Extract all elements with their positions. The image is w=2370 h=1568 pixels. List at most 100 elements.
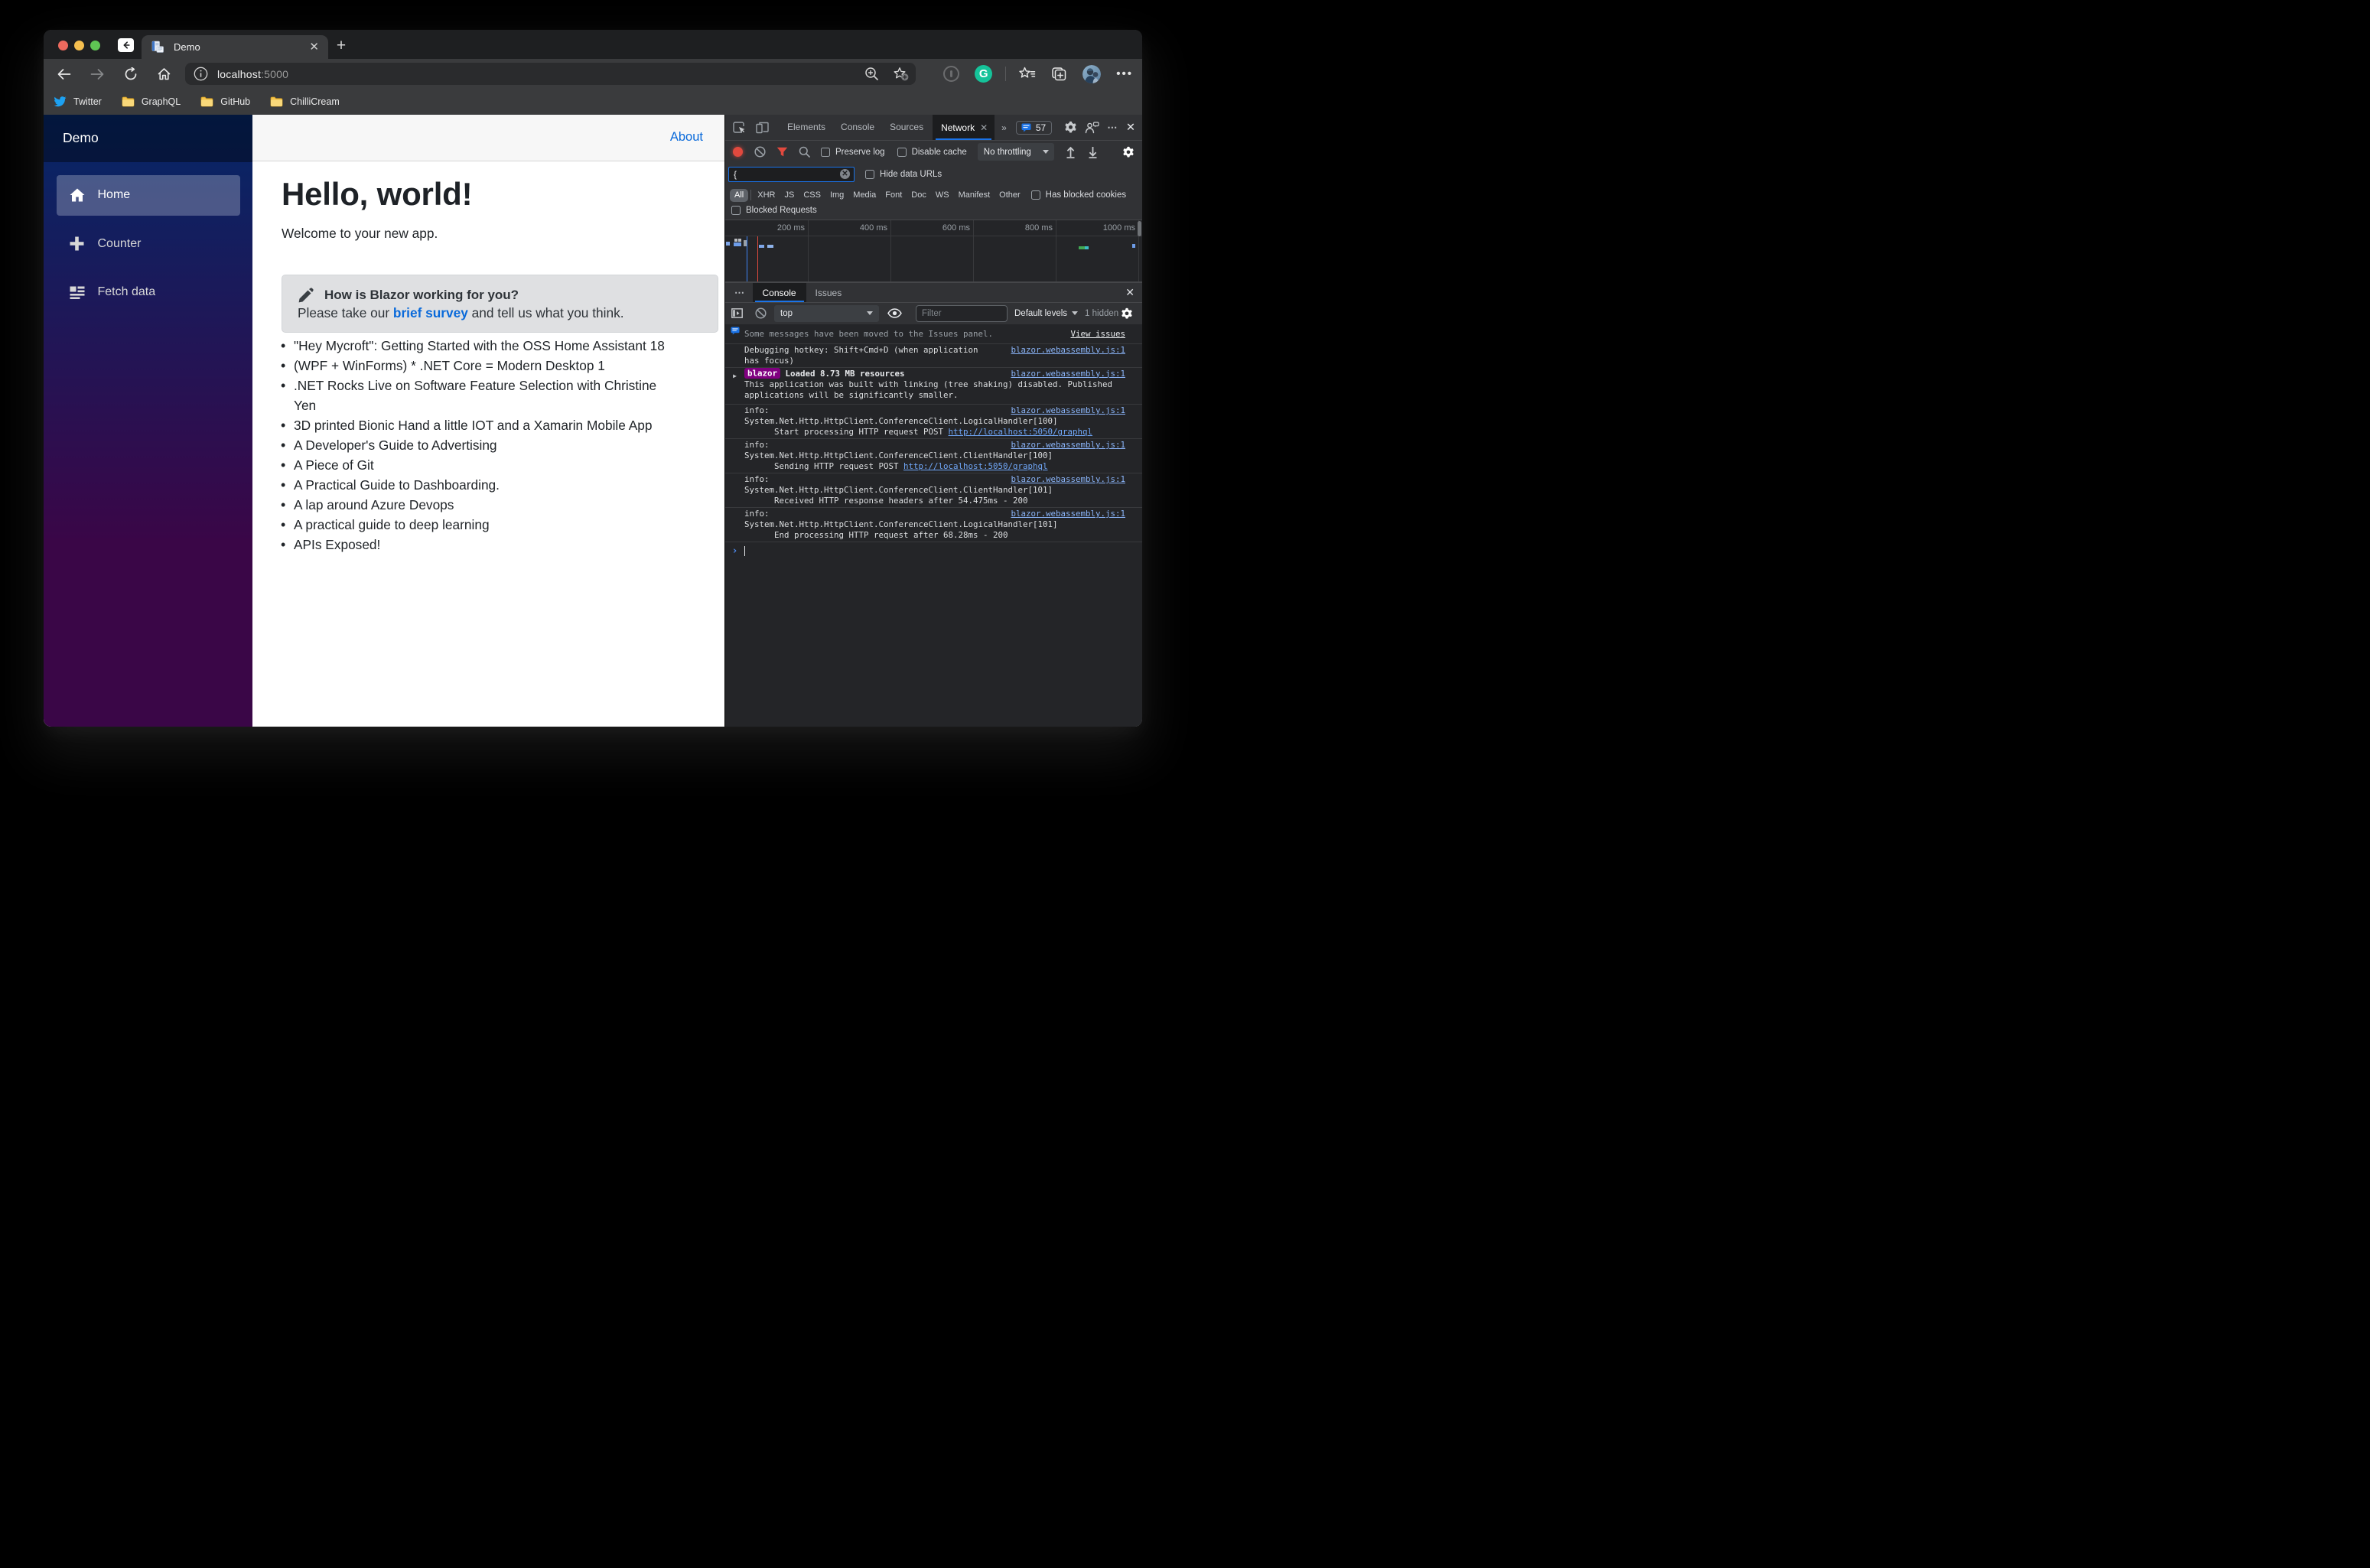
blocked-requests-checkbox[interactable]: Blocked Requests (731, 206, 817, 215)
export-har-button[interactable] (1082, 146, 1104, 158)
expand-triangle-icon[interactable]: ▶ (725, 370, 744, 382)
minimize-window-button[interactable] (74, 41, 84, 50)
address-bar[interactable]: localhost:5000 (185, 63, 916, 85)
close-window-button[interactable] (58, 41, 68, 50)
grammarly-extension-icon[interactable]: G (975, 65, 992, 83)
bookmark-graphql[interactable]: GraphQL (122, 96, 181, 107)
eye-icon (887, 308, 902, 318)
zoom-window-button[interactable] (90, 41, 100, 50)
site-info-icon[interactable] (194, 67, 208, 81)
source-link[interactable]: blazor.webassembly.js:1 (1011, 509, 1125, 519)
network-overview[interactable]: 200 ms 400 ms 600 ms 800 ms 1000 ms (725, 220, 1142, 283)
sidebar-nav: Home Counter (44, 162, 252, 313)
new-tab-button[interactable]: + (332, 37, 350, 55)
drawer-tab-console[interactable]: Console (753, 283, 806, 303)
network-filter-input[interactable]: { ✕ (728, 167, 855, 182)
drawer-tab-issues[interactable]: Issues (806, 288, 851, 298)
profile-avatar[interactable] (1082, 65, 1101, 83)
browser-menu-button[interactable]: ••• (1116, 67, 1133, 80)
devtools-feedback-icon[interactable] (1085, 122, 1099, 134)
filter-chip-manifest[interactable]: Manifest (955, 189, 995, 202)
browser-tab[interactable]: Demo ✕ (142, 35, 328, 59)
drawer-menu-icon[interactable]: ⋯ (734, 287, 746, 299)
back-icon (57, 68, 71, 80)
devtools-tab-sources[interactable]: Sources (882, 115, 931, 140)
throttling-select[interactable]: No throttling (978, 143, 1054, 161)
hide-data-urls-checkbox[interactable]: Hide data URLs (865, 170, 942, 179)
filter-network-button[interactable] (771, 147, 793, 157)
filter-chip-xhr[interactable]: XHR (754, 189, 779, 202)
filter-chip-css[interactable]: CSS (799, 189, 825, 202)
bookmark-twitter[interactable]: Twitter (54, 96, 102, 107)
password-extension-icon[interactable] (943, 66, 959, 82)
preserve-log-checkbox[interactable]: Preserve log (821, 148, 885, 157)
vertical-tabs-button[interactable] (118, 38, 134, 52)
bookmark-github[interactable]: GitHub (200, 96, 250, 107)
source-link[interactable]: blazor.webassembly.js:1 (1011, 474, 1125, 485)
device-toolbar-icon (756, 122, 769, 134)
console-levels-select[interactable]: Default levels (1014, 309, 1078, 318)
view-issues-link[interactable]: View issues (1070, 329, 1125, 340)
close-network-tab-icon[interactable]: ✕ (980, 122, 988, 133)
drawer-close-icon[interactable]: ✕ (1125, 286, 1135, 299)
zoom-icon[interactable] (864, 67, 880, 81)
clear-console-button[interactable] (749, 307, 772, 319)
about-link[interactable]: About (670, 130, 703, 145)
sidebar-item-counter[interactable]: Counter (57, 224, 240, 265)
filter-chip-all[interactable]: All (730, 189, 748, 202)
console-filter-input[interactable]: Filter (916, 305, 1008, 322)
devtools-menu-icon[interactable]: ⋯ (1107, 122, 1118, 134)
filter-chip-js[interactable]: JS (780, 189, 798, 202)
devtools-tab-console[interactable]: Console (833, 115, 882, 140)
brief-survey-link[interactable]: brief survey (393, 305, 468, 320)
source-link[interactable]: blazor.webassembly.js:1 (1011, 369, 1125, 379)
console-prompt[interactable]: › (725, 542, 1142, 557)
issues-counter[interactable]: 57 (1016, 121, 1052, 135)
live-expression-button[interactable] (883, 308, 906, 318)
inspect-element-button[interactable] (728, 121, 750, 134)
add-favorite-icon[interactable] (893, 67, 910, 82)
bookmark-chillicream[interactable]: ChilliCream (270, 96, 340, 107)
sidebar-item-home[interactable]: Home (57, 175, 240, 216)
disable-cache-checkbox[interactable]: Disable cache (897, 148, 967, 157)
clear-filter-icon[interactable]: ✕ (840, 169, 850, 179)
source-link[interactable]: blazor.webassembly.js:1 (1011, 440, 1125, 451)
collections-icon[interactable] (1051, 67, 1067, 82)
filter-chip-img[interactable]: Img (826, 189, 848, 202)
devtools-close-icon[interactable]: ✕ (1126, 122, 1135, 134)
devtools-tabbar: Elements Console Sources Network ✕ » 57 (725, 115, 1142, 140)
request-url-link[interactable]: http://localhost:5050/graphql (949, 427, 1093, 437)
devtools-settings-icon[interactable] (1064, 121, 1077, 134)
device-toolbar-button[interactable] (750, 122, 773, 134)
filter-chip-font[interactable]: Font (881, 189, 906, 202)
back-button[interactable] (52, 63, 75, 86)
network-settings-button[interactable] (1117, 146, 1139, 158)
source-link[interactable]: blazor.webassembly.js:1 (1011, 405, 1125, 416)
browser-window: Demo ✕ + (44, 30, 1142, 727)
home-button[interactable] (152, 63, 175, 86)
import-har-button[interactable] (1060, 146, 1082, 158)
filter-chip-ws[interactable]: WS (932, 189, 953, 202)
has-blocked-cookies-checkbox[interactable]: Has blocked cookies (1031, 190, 1126, 200)
reload-button[interactable] (119, 63, 142, 86)
forward-button[interactable] (86, 63, 109, 86)
search-network-button[interactable] (793, 146, 816, 158)
filter-chip-media[interactable]: Media (849, 189, 880, 202)
sidebar-item-fetch-data[interactable]: Fetch data (57, 272, 240, 313)
devtools-tab-network[interactable]: Network ✕ (933, 115, 995, 140)
console-sidebar-toggle[interactable] (725, 308, 748, 318)
overview-scrollbar[interactable] (1138, 221, 1141, 236)
source-link[interactable]: blazor.webassembly.js:1 (1011, 345, 1125, 356)
console-settings-button[interactable] (1115, 307, 1138, 320)
request-url-link[interactable]: http://localhost:5050/graphql (903, 461, 1048, 471)
more-tabs-icon[interactable]: » (1001, 122, 1005, 133)
devtools-tab-elements[interactable]: Elements (780, 115, 833, 140)
tab-close-icon[interactable]: ✕ (309, 41, 319, 53)
console-context-select[interactable]: top (774, 305, 879, 322)
favorites-icon[interactable] (1019, 67, 1036, 81)
filter-chip-other[interactable]: Other (995, 189, 1024, 202)
record-network-log-button[interactable] (727, 147, 749, 157)
clear-network-button[interactable] (749, 146, 771, 158)
url-text[interactable]: localhost:5000 (217, 68, 288, 80)
filter-chip-doc[interactable]: Doc (907, 189, 930, 202)
